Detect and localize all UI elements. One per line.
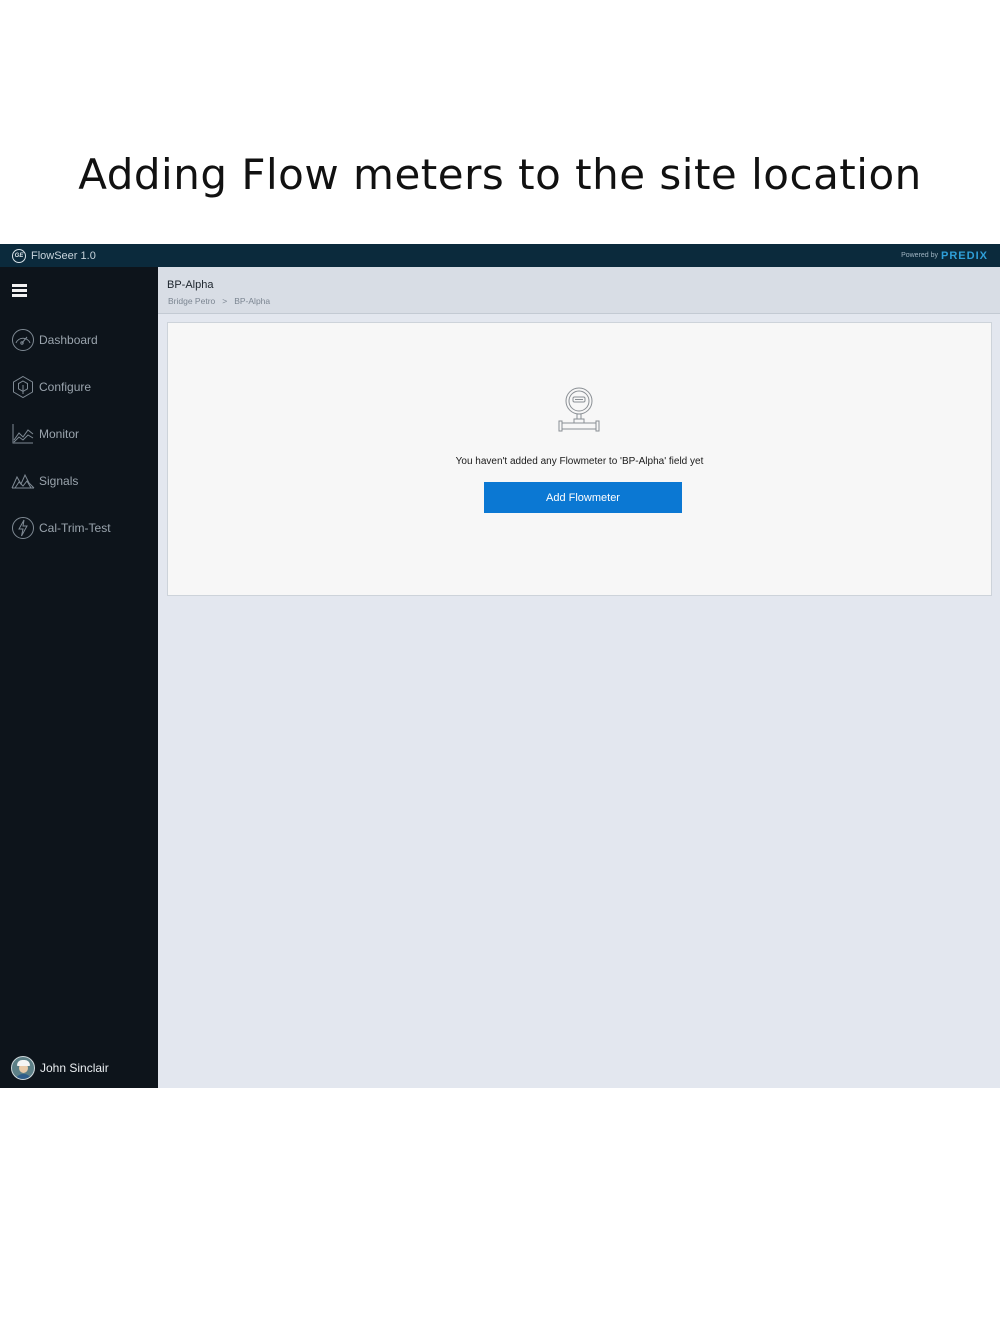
sidebar-item-label: Cal-Trim-Test (39, 521, 111, 535)
flowmeter-icon (558, 387, 600, 432)
user-profile[interactable]: John Sinclair (11, 1056, 109, 1080)
sidebar-item-configure[interactable]: Configure (11, 374, 151, 400)
configure-hexagon-icon (13, 375, 33, 399)
slide-title: Adding Flow meters to the site location (78, 150, 922, 199)
sidebar-item-label: Monitor (39, 427, 80, 441)
hamburger-menu-icon[interactable] (12, 284, 27, 297)
sidebar-item-label: Signals (39, 474, 79, 488)
sidebar-item-dashboard[interactable]: Dashboard (11, 327, 151, 353)
sidebar: Dashboard Configure Monitor Signals Cal-… (0, 267, 158, 1088)
sidebar-item-cal-trim-test[interactable]: Cal-Trim-Test (11, 515, 151, 541)
empty-state-message: You haven't added any Flowmeter to 'BP-A… (455, 456, 704, 467)
sidebar-item-label: Dashboard (39, 333, 98, 347)
ge-logo-text: GE (14, 252, 24, 259)
slide-page: Adding Flow meters to the site location … (0, 0, 1000, 1333)
dashboard-gauge-icon (12, 329, 34, 351)
powered-by-label: Powered by (901, 252, 939, 259)
ge-logo-icon: GE (12, 248, 26, 263)
breadcrumb-item-bp-alpha: BP-Alpha (234, 296, 271, 306)
breadcrumb-item-bridge-petro[interactable]: Bridge Petro (168, 296, 215, 306)
sidebar-item-signals[interactable]: Signals (11, 468, 151, 494)
sidebar-item-label: Configure (39, 380, 92, 394)
powered-by: Powered by PREDIX (901, 244, 988, 267)
predix-brand: PREDIX (941, 249, 988, 262)
avatar (11, 1056, 35, 1080)
page-header: BP-Alpha Bridge Petro > BP-Alpha (158, 267, 1000, 314)
breadcrumb: Bridge Petro > BP-Alpha (168, 296, 270, 306)
signals-waveform-icon (11, 473, 35, 489)
empty-state-card: You haven't added any Flowmeter to 'BP-A… (167, 322, 992, 596)
page-title: BP-Alpha (167, 279, 214, 291)
cal-trim-test-bolt-icon (12, 517, 34, 539)
add-flowmeter-button[interactable]: Add Flowmeter (484, 482, 682, 513)
monitor-chart-icon (12, 424, 34, 444)
breadcrumb-separator: > (222, 296, 228, 306)
user-name: John Sinclair (40, 1061, 109, 1075)
app-name: FlowSeer 1.0 (31, 249, 96, 262)
sidebar-item-monitor[interactable]: Monitor (11, 421, 151, 447)
app-window: GE FlowSeer 1.0 Powered by PREDIX Dashbo… (0, 244, 1000, 1088)
top-bar: GE FlowSeer 1.0 Powered by PREDIX (0, 244, 1000, 267)
